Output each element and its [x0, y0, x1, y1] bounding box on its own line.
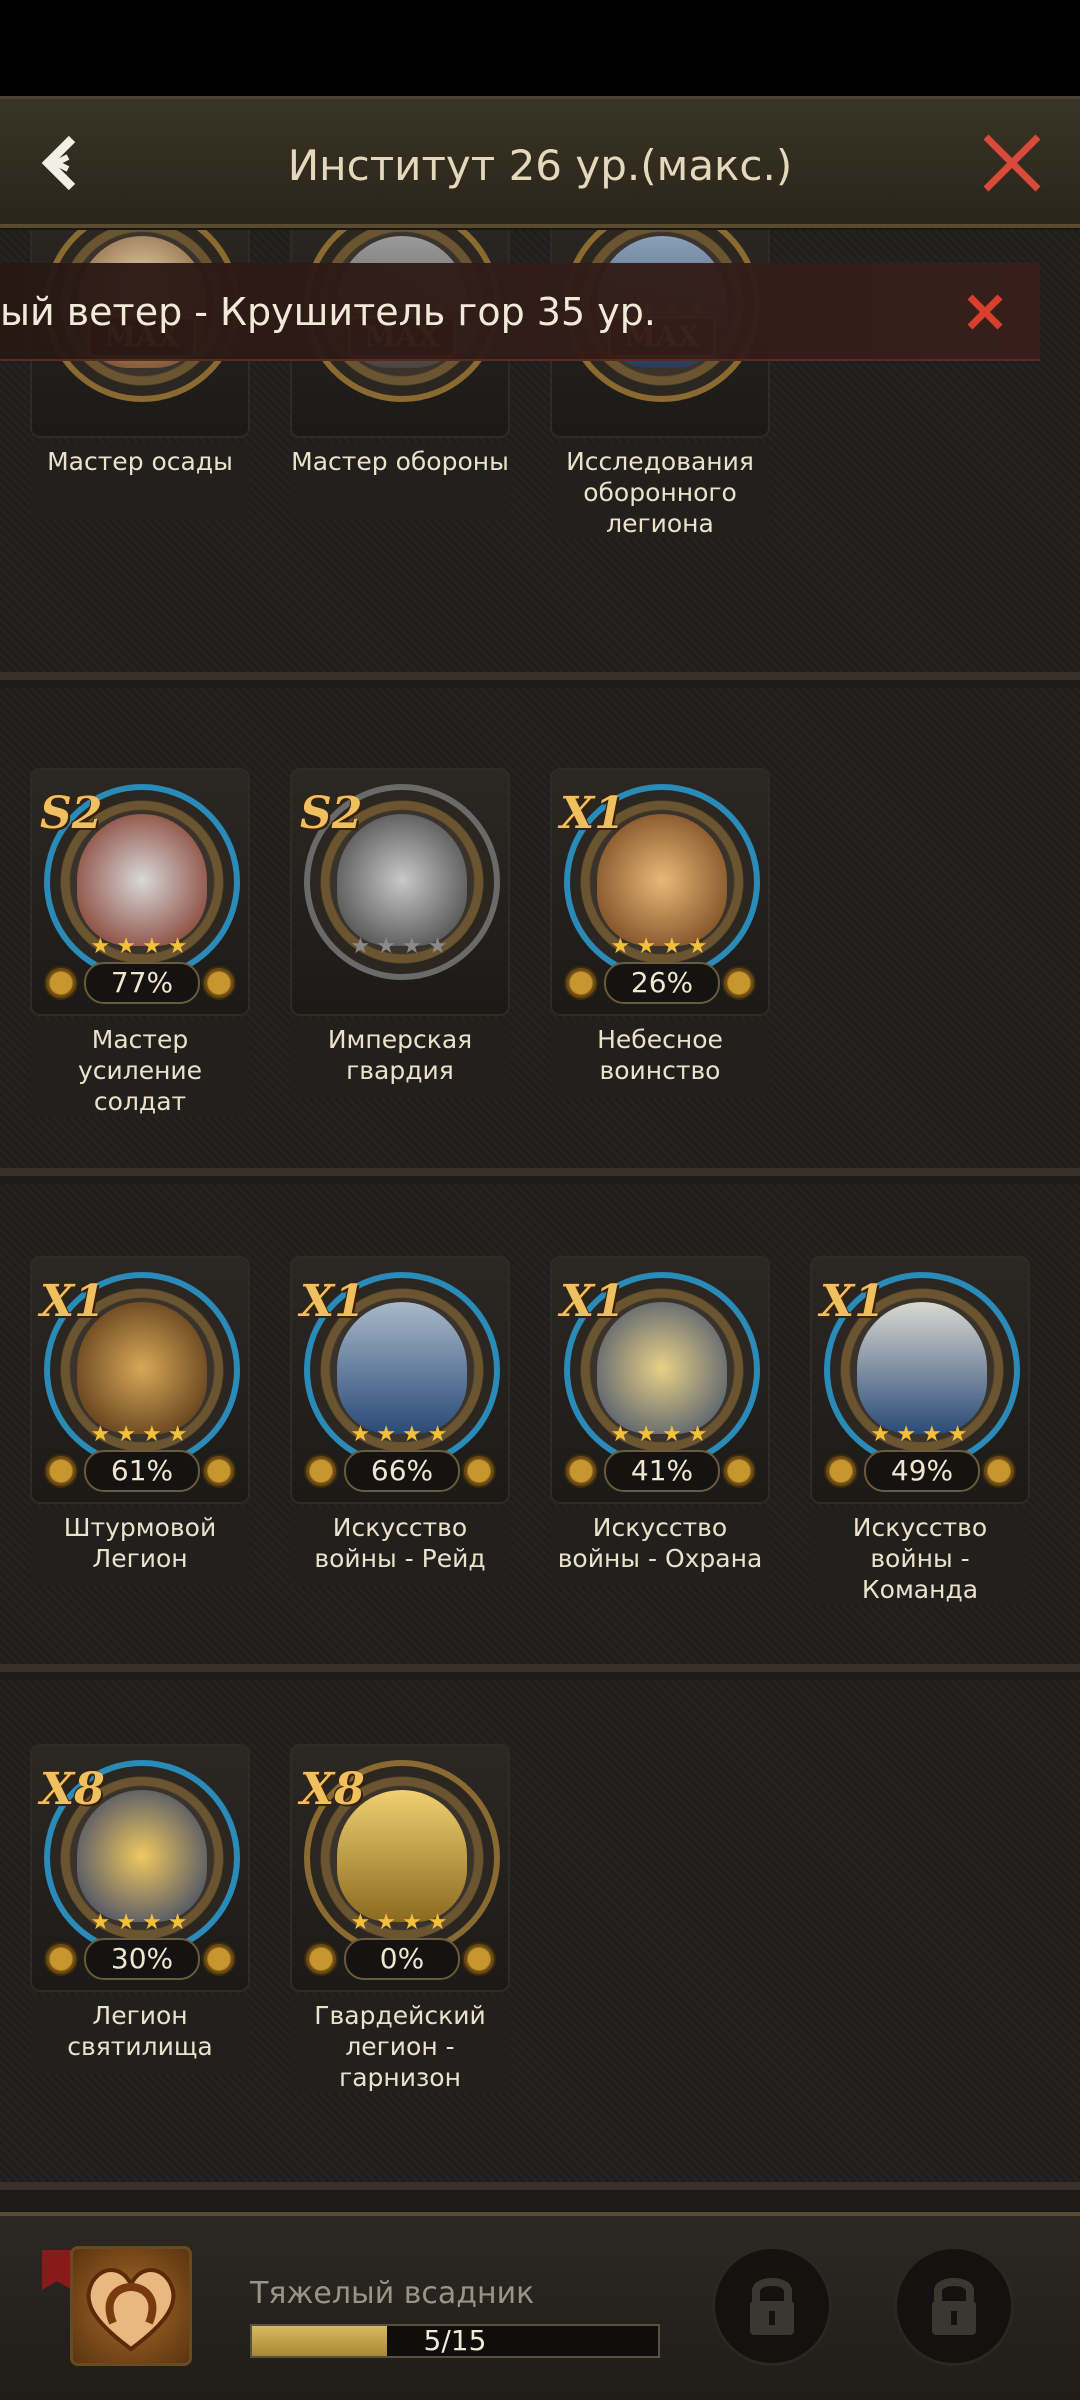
progress-percent: 26%	[604, 962, 720, 1004]
gear-coin-icon	[722, 1454, 756, 1488]
gear-coin-icon	[44, 1454, 78, 1488]
banner-close-icon[interactable]	[964, 291, 1006, 333]
header-bar: Институт 26 ур.(макс.)	[0, 96, 1080, 228]
stars: ★★★★	[90, 1422, 194, 1447]
padlock-icon	[750, 2278, 794, 2335]
locked-slot[interactable]	[712, 2246, 832, 2366]
banner-text: ый ветер - Крушитель гор 35 ур.	[0, 290, 656, 334]
gear-coin-icon	[462, 1454, 496, 1488]
gear-coin-icon	[564, 966, 598, 1000]
node-label: Небесное воинство	[550, 1020, 770, 1098]
gear-coin-icon	[722, 966, 756, 1000]
tier-badge: X8	[300, 1764, 365, 1815]
close-button[interactable]	[974, 125, 1050, 201]
star-flag-icon	[42, 2250, 72, 2290]
research-node-heavenly-host[interactable]: X1 ★★★★ 26% Небесное воинство	[550, 768, 770, 1098]
tier-badge: X1	[300, 1276, 365, 1327]
gear-coin-icon	[304, 1454, 338, 1488]
research-node-imperial-guard[interactable]: S2 ★★★★ Имперская гвардия	[290, 768, 510, 1098]
stars: ★★★★	[610, 934, 714, 959]
research-node-soldier-boost[interactable]: S2 ★★★★ 77% Мастер усиление солдат	[30, 768, 250, 1117]
gear-coin-icon	[824, 1454, 858, 1488]
progress-text: 5/15	[423, 2324, 487, 2357]
progress-percent: 49%	[864, 1450, 980, 1492]
progress-percent: 30%	[84, 1938, 200, 1980]
back-button[interactable]	[30, 127, 102, 199]
node-label: Легион святилища	[30, 1996, 250, 2074]
tier-badge: X1	[40, 1276, 105, 1327]
research-node-art-of-war-raid[interactable]: X1 ★★★★ 66% Искусство войны - Рейд	[290, 1256, 510, 1586]
gear-coin-icon	[982, 1454, 1016, 1488]
node-label: Искусство войны - Рейд	[290, 1508, 510, 1586]
node-label: Искусство войны - Команда	[810, 1508, 1030, 1605]
progress-percent: 77%	[84, 962, 200, 1004]
research-node-art-of-war-command[interactable]: X1 ★★★★ 49% Искусство войны - Команда	[810, 1256, 1030, 1605]
back-arrow-icon	[41, 135, 76, 191]
research-node-guard-legion-garrison[interactable]: X8 ★★★★ 0% Гвардейский легион - гарнизон	[290, 1744, 510, 2093]
gear-coin-icon	[44, 1942, 78, 1976]
gear-coin-icon	[202, 1454, 236, 1488]
research-tree[interactable]: ★★★★ MAX Мастер осады ★★★★ MAX Мастер об…	[0, 230, 1080, 2210]
tier-badge: X1	[560, 1276, 625, 1327]
tier-badge: S2	[40, 788, 103, 839]
unit-name: Тяжелый всадник	[250, 2276, 535, 2311]
node-label: Мастер усиление солдат	[30, 1020, 250, 1117]
node-label: Гвардейский легион - гарнизон	[290, 1996, 510, 2093]
tier-badge: S2	[300, 788, 363, 839]
page-title: Институт 26 ур.(макс.)	[287, 140, 793, 190]
progress-percent: 41%	[604, 1450, 720, 1492]
gear-coin-icon	[564, 1454, 598, 1488]
node-label: Штурмовой Легион	[30, 1508, 250, 1586]
status-bar	[0, 0, 1080, 96]
gear-coin-icon	[202, 966, 236, 1000]
heart-horseshoe-icon[interactable]	[70, 2246, 192, 2366]
stars: ★★★★	[90, 1910, 194, 1935]
bottom-panel: Тяжелый всадник 5/15	[0, 2212, 1080, 2400]
padlock-icon	[932, 2278, 976, 2335]
close-x-icon	[983, 134, 1041, 192]
gear-coin-icon	[304, 1942, 338, 1976]
research-node-sanctuary-legion[interactable]: X8 ★★★★ 30% Легион святилища	[30, 1744, 250, 2074]
node-label: Искусство войны - Охрана	[550, 1508, 770, 1586]
research-node-art-of-war-guard[interactable]: X1 ★★★★ 41% Искусство войны - Охрана	[550, 1256, 770, 1586]
stars: ★★★★	[350, 1910, 454, 1935]
tier-badge: X1	[560, 788, 625, 839]
stars: ★★★★	[610, 1422, 714, 1447]
gear-coin-icon	[202, 1942, 236, 1976]
node-label: Имперская гвардия	[290, 1020, 510, 1098]
stars: ★★★★	[350, 934, 454, 959]
node-label: Исследования оборонного легиона	[550, 442, 770, 539]
progress-percent: 0%	[344, 1938, 460, 1980]
tier-badge: X1	[820, 1276, 885, 1327]
unit-progress-bar: 5/15	[250, 2324, 660, 2358]
progress-percent: 66%	[344, 1450, 460, 1492]
tier-badge: X8	[40, 1764, 105, 1815]
node-label: Мастер осады	[30, 442, 250, 520]
gear-coin-icon	[44, 966, 78, 1000]
stars: ★★★★	[90, 934, 194, 959]
locked-slot[interactable]	[894, 2246, 1014, 2366]
stars: ★★★★	[350, 1422, 454, 1447]
notification-banner[interactable]: ый ветер - Крушитель гор 35 ур.	[0, 263, 1040, 361]
progress-percent: 61%	[84, 1450, 200, 1492]
gear-coin-icon	[462, 1942, 496, 1976]
stars: ★★★★	[870, 1422, 974, 1447]
research-node-assault-legion[interactable]: X1 ★★★★ 61% Штурмовой Легион	[30, 1256, 250, 1586]
node-label: Мастер обороны	[290, 442, 510, 520]
